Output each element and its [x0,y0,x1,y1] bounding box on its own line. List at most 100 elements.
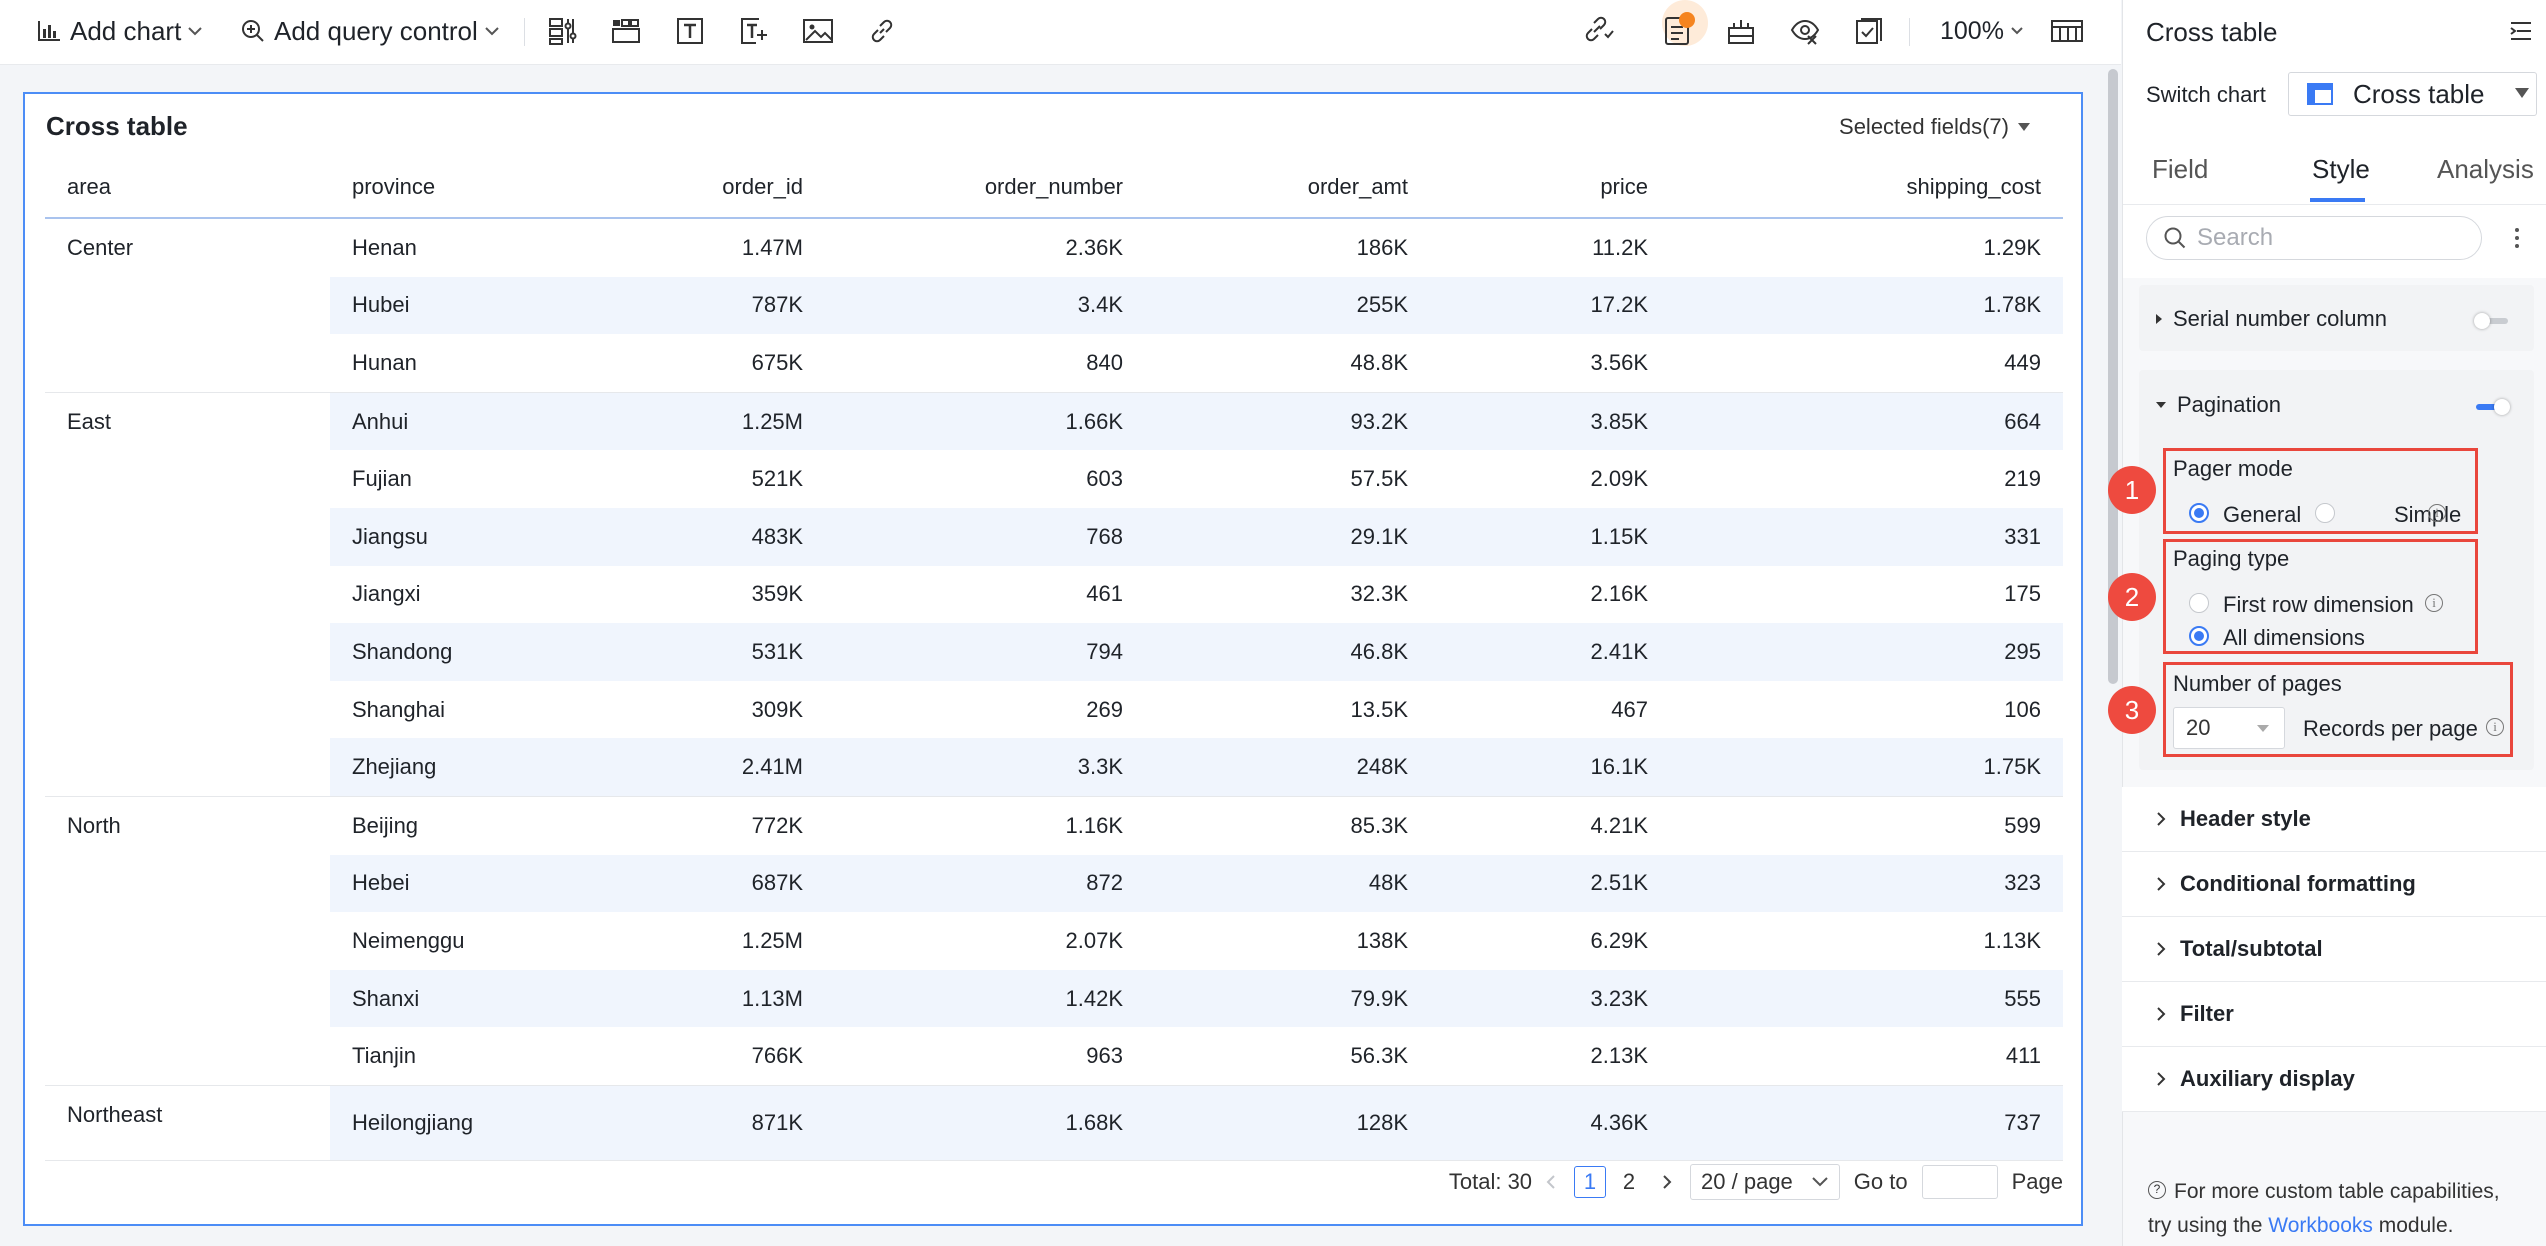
value-cell[interactable]: 175 [1670,566,2063,624]
pagination-toggle[interactable] [2476,399,2510,415]
image-icon[interactable] [801,14,835,48]
value-cell[interactable]: 1.29K [1670,218,2063,277]
value-cell[interactable]: 449 [1670,334,2063,393]
province-cell[interactable]: Shandong [330,623,615,681]
pager-mode-general-radio[interactable] [2189,503,2209,523]
column-header[interactable]: area [45,157,330,219]
conditional-formatting-section[interactable]: Conditional formatting [2122,852,2546,917]
province-cell[interactable]: Henan [330,218,615,277]
preview-hidden-icon[interactable] [1788,14,1822,48]
province-cell[interactable]: Fujian [330,450,615,508]
value-cell[interactable]: 794 [825,623,1145,681]
text-box-icon[interactable] [673,14,707,48]
value-cell[interactable]: 56.3K [1145,1027,1430,1086]
tab-container-icon[interactable] [609,14,643,48]
more-options-icon[interactable] [2513,226,2521,250]
value-cell[interactable]: 840 [825,334,1145,393]
value-cell[interactable]: 309K [615,681,825,739]
add-query-control-button[interactable]: Add query control [240,0,500,62]
column-header[interactable]: order_id [615,157,825,219]
value-cell[interactable]: 687K [615,854,825,913]
value-cell[interactable]: 675K [615,334,825,393]
value-cell[interactable]: 1.75K [1670,738,2063,797]
auxiliary-display-section[interactable]: Auxiliary display [2122,1047,2546,1112]
collapse-panel-icon[interactable] [2509,20,2533,42]
value-cell[interactable]: 603 [825,450,1145,508]
pagination-header[interactable]: Pagination [2155,392,2281,418]
value-cell[interactable]: 4.21K [1430,796,1670,854]
value-cell[interactable]: 57.5K [1145,450,1430,508]
info-icon[interactable]: i [2428,504,2446,522]
header-style-section[interactable]: Header style [2122,787,2546,852]
value-cell[interactable]: 269 [825,681,1145,739]
value-cell[interactable]: 483K [615,507,825,566]
page-size-select[interactable]: 20 / page [1690,1164,1840,1200]
value-cell[interactable]: 3.3K [825,738,1145,797]
province-cell[interactable]: Jiangsu [330,507,615,566]
area-cell[interactable]: East [45,392,330,797]
zoom-select[interactable]: 100% [1940,0,2024,62]
value-cell[interactable]: 1.68K [825,1085,1145,1161]
value-cell[interactable]: 2.16K [1430,566,1670,624]
value-cell[interactable]: 787K [615,276,825,335]
info-icon[interactable]: i [2425,594,2443,612]
cross-table-card[interactable]: Cross table Selected fields(7) area prov… [23,92,2083,1226]
province-cell[interactable]: Beijing [330,796,615,854]
value-cell[interactable]: 2.09K [1430,450,1670,508]
value-cell[interactable]: 13.5K [1145,681,1430,739]
value-cell[interactable]: 186K [1145,218,1430,277]
serial-number-toggle[interactable] [2474,313,2508,329]
all-dimensions-label[interactable]: All dimensions [2223,625,2365,651]
value-cell[interactable]: 1.13K [1670,912,2063,970]
info-icon[interactable]: i [2486,718,2504,736]
province-cell[interactable]: Zhejiang [330,738,615,797]
value-cell[interactable]: 1.15K [1430,507,1670,566]
value-cell[interactable]: 772K [615,796,825,854]
value-cell[interactable]: 2.41M [615,738,825,797]
serial-number-section[interactable]: Serial number column [2139,285,2534,351]
value-cell[interactable]: 963 [825,1027,1145,1086]
share-link-icon[interactable] [1582,14,1616,48]
area-cell[interactable]: Northeast [45,1085,330,1161]
value-cell[interactable]: 2.13K [1430,1027,1670,1086]
value-cell[interactable]: 46.8K [1145,623,1430,681]
value-cell[interactable]: 219 [1670,450,2063,508]
value-cell[interactable]: 3.56K [1430,334,1670,393]
value-cell[interactable]: 248K [1145,738,1430,797]
layout-config-icon[interactable] [545,14,579,48]
value-cell[interactable]: 2.07K [825,912,1145,970]
value-cell[interactable]: 1.42K [825,969,1145,1028]
value-cell[interactable]: 1.47M [615,218,825,277]
value-cell[interactable]: 1.25M [615,912,825,970]
province-cell[interactable]: Shanxi [330,969,615,1028]
page-button-2[interactable]: 2 [1614,1167,1644,1197]
value-cell[interactable]: 16.1K [1430,738,1670,797]
value-cell[interactable]: 359K [615,566,825,624]
value-cell[interactable]: 85.3K [1145,796,1430,854]
value-cell[interactable]: 6.29K [1430,912,1670,970]
value-cell[interactable]: 1.13M [615,969,825,1028]
column-header[interactable]: order_amt [1145,157,1430,219]
value-cell[interactable]: 48.8K [1145,334,1430,393]
value-cell[interactable]: 106 [1670,681,2063,739]
value-cell[interactable]: 29.1K [1145,507,1430,566]
value-cell[interactable]: 1.78K [1670,276,2063,335]
first-row-dimension-label[interactable]: First row dimension [2223,592,2414,618]
column-header[interactable]: order_number [825,157,1145,219]
page-button-1[interactable]: 1 [1574,1166,1607,1198]
total-subtotal-section[interactable]: Total/subtotal [2122,917,2546,982]
component-icon[interactable] [1724,14,1758,48]
value-cell[interactable]: 17.2K [1430,276,1670,335]
value-cell[interactable]: 323 [1670,854,2063,913]
value-cell[interactable]: 32.3K [1145,566,1430,624]
layout-table-icon[interactable] [2050,14,2084,48]
value-cell[interactable]: 521K [615,450,825,508]
value-cell[interactable]: 1.25M [615,392,825,451]
value-cell[interactable]: 48K [1145,854,1430,913]
value-cell[interactable]: 255K [1145,276,1430,335]
value-cell[interactable]: 93.2K [1145,392,1430,451]
value-cell[interactable]: 2.41K [1430,623,1670,681]
value-cell[interactable]: 872 [825,854,1145,913]
value-cell[interactable]: 871K [615,1085,825,1161]
checklist-icon[interactable] [1852,14,1886,48]
